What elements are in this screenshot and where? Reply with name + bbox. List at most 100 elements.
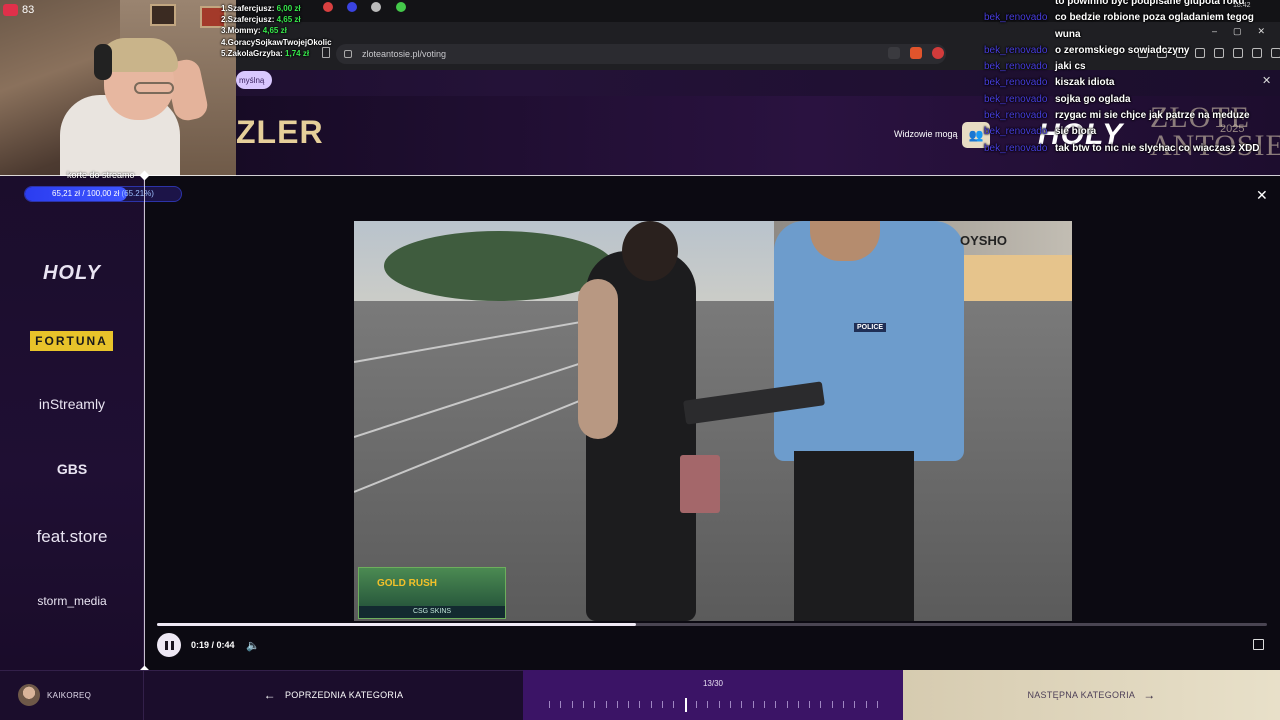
chat-text: tak btw to nic nie slychac co wiaczasz X…	[1055, 142, 1260, 154]
category-tick[interactable]	[628, 701, 629, 708]
chat-username[interactable]: bek_renovado	[984, 141, 1055, 157]
fullscreen-icon[interactable]	[1253, 639, 1264, 650]
sponsor-storm-media[interactable]: storm_media	[0, 594, 144, 608]
category-tick[interactable]	[775, 701, 776, 708]
screen: 18:42 – ▢ ✕ zloteantosie.pl/voting ✕ myś…	[0, 0, 1280, 720]
leaderboard-row: 2.Szafercjusz: 4,65 zł	[221, 14, 332, 25]
category-tick[interactable]	[741, 701, 742, 708]
webcam-headset	[94, 44, 112, 80]
category-tick[interactable]	[662, 701, 663, 708]
category-tick[interactable]	[651, 701, 652, 708]
tab-favicon[interactable]	[396, 2, 406, 12]
site-info-icon[interactable]	[344, 50, 352, 58]
tab-favicon[interactable]	[347, 2, 357, 12]
category-tick[interactable]	[730, 701, 731, 708]
leaderboard-rank: 4.	[221, 37, 228, 47]
category-tick[interactable]	[877, 701, 878, 708]
viewers-label: Widzowie mogą	[894, 129, 958, 139]
category-tick[interactable]	[606, 701, 607, 708]
leaderboard-amount: 6,00 zł	[276, 4, 301, 13]
chat-message: bek_renovado co bedzie robione poza oglad…	[984, 10, 1280, 26]
category-tick[interactable]	[809, 701, 810, 708]
goal-separator: /	[82, 189, 85, 198]
leaderboard-name: ZakolaGrzyba:	[227, 48, 283, 58]
chat-username[interactable]: bek_renovado	[984, 59, 1055, 75]
user-profile[interactable]: KAIKOREQ	[0, 670, 144, 720]
next-category-button[interactable]: NASTĘPNA KATEGORIA →	[903, 670, 1280, 720]
chat-username[interactable]: bek_renovado	[984, 124, 1055, 140]
leaderboard-row: 5.ZakolaGrzyba: 1,74 zł	[221, 48, 332, 59]
arrow-right-icon: →	[1143, 688, 1156, 702]
category-tick[interactable]	[707, 701, 708, 708]
leaderboard-name: GoracySojkawTwojejOkolic	[227, 37, 332, 47]
donation-leaderboard: 1.Szafercjusz: 6,00 zł 2.Szafercjusz: 4,6…	[221, 3, 332, 59]
chat-username[interactable]: bek_renovado	[984, 75, 1055, 91]
brave-shields-icon[interactable]	[910, 47, 922, 59]
address-bar[interactable]: zloteantosie.pl/voting	[336, 44, 946, 64]
video-woman-head	[622, 221, 678, 281]
chat-text: sie biora	[1055, 126, 1097, 138]
video-woman-arm	[578, 279, 618, 439]
sponsor-instreamly[interactable]: inStreamly	[0, 396, 144, 412]
category-tick[interactable]	[639, 701, 640, 708]
sponsor-gbs[interactable]: GBS	[0, 461, 144, 477]
video-frame[interactable]: POLICE OYSHO GOLD RUSH CSG SKINS	[354, 221, 1072, 621]
address-url: zloteantosie.pl/voting	[362, 49, 447, 59]
category-progress: 13/30	[523, 670, 903, 720]
tab-favicon[interactable]	[371, 2, 381, 12]
category-tick[interactable]	[753, 701, 754, 708]
chat-username[interactable]: bek_renovado	[984, 43, 1055, 59]
volume-icon[interactable]: 🔈	[246, 639, 260, 652]
category-tick-current[interactable]	[685, 698, 687, 712]
category-tick[interactable]	[594, 701, 595, 708]
category-tick[interactable]	[572, 701, 573, 708]
chat-username[interactable]: bek_renovado	[984, 108, 1055, 124]
sponsor-feat-store[interactable]: feat.store	[0, 527, 144, 547]
video-bag	[680, 455, 720, 513]
chat-message: bek_renovado kiszak idiota	[984, 75, 1280, 91]
site-heading: ZLER	[236, 114, 324, 150]
seek-bar[interactable]	[157, 623, 1267, 626]
category-tick[interactable]	[866, 701, 867, 708]
goal-progress-bar: 65,21 zł / 100,00 zł (65.21%)	[24, 186, 182, 202]
category-tick[interactable]	[583, 701, 584, 708]
category-tick[interactable]	[617, 701, 618, 708]
sponsor-fortuna[interactable]: FORTUNA	[30, 331, 113, 351]
chat-overlay: to powinno byc podpisane glupota roku bek…	[984, 0, 1280, 157]
modal-close-button[interactable]: ✕	[1256, 187, 1268, 204]
address-bar-actions	[888, 47, 944, 59]
category-tick[interactable]	[843, 701, 844, 708]
chat-text: sojka go oglada	[1055, 93, 1131, 105]
share-icon[interactable]	[888, 47, 900, 59]
category-tick[interactable]	[798, 701, 799, 708]
chat-username[interactable]: bek_renovado	[984, 92, 1055, 108]
video-ad-overlay: GOLD RUSH CSG SKINS	[358, 567, 506, 619]
category-tick[interactable]	[820, 701, 821, 708]
leaderboard-amount: 4,65 zł	[276, 15, 301, 25]
video-police-badge: POLICE	[854, 323, 887, 332]
category-tick[interactable]	[560, 701, 561, 708]
category-tick[interactable]	[787, 701, 788, 708]
category-tick[interactable]	[673, 701, 674, 708]
rewards-icon[interactable]	[932, 47, 944, 59]
category-tick[interactable]	[719, 701, 720, 708]
chat-message: to powinno byc podpisane glupota roku	[984, 0, 1280, 10]
category-tick[interactable]	[696, 701, 697, 708]
chat-message: bek_renovado sojka go oglada	[984, 92, 1280, 108]
chat-message: bek_renovado o zeromskiego sowiadczyny	[984, 43, 1280, 59]
sponsor-holy[interactable]: HOLY	[0, 262, 144, 285]
category-tick[interactable]	[854, 701, 855, 708]
category-tick[interactable]	[832, 701, 833, 708]
category-tick[interactable]	[764, 701, 765, 708]
pause-button[interactable]	[157, 633, 181, 657]
previous-category-button[interactable]: ← POPRZEDNIA KATEGORIA	[144, 670, 523, 720]
chat-username[interactable]: bek_renovado	[984, 10, 1055, 26]
category-counter: 13/30	[702, 679, 724, 688]
webcam-picture-frame	[150, 4, 176, 26]
site-pill[interactable]: myślną	[236, 71, 273, 89]
category-tick[interactable]	[549, 701, 550, 708]
chat-text: rzygac mi sie chjce jak patrze na meduze	[1055, 110, 1250, 122]
playback-time: 0:19 / 0:44	[191, 640, 235, 650]
chat-username[interactable]	[984, 0, 1055, 10]
chat-message: bek_renovado rzygac mi sie chjce jak patr…	[984, 108, 1280, 124]
